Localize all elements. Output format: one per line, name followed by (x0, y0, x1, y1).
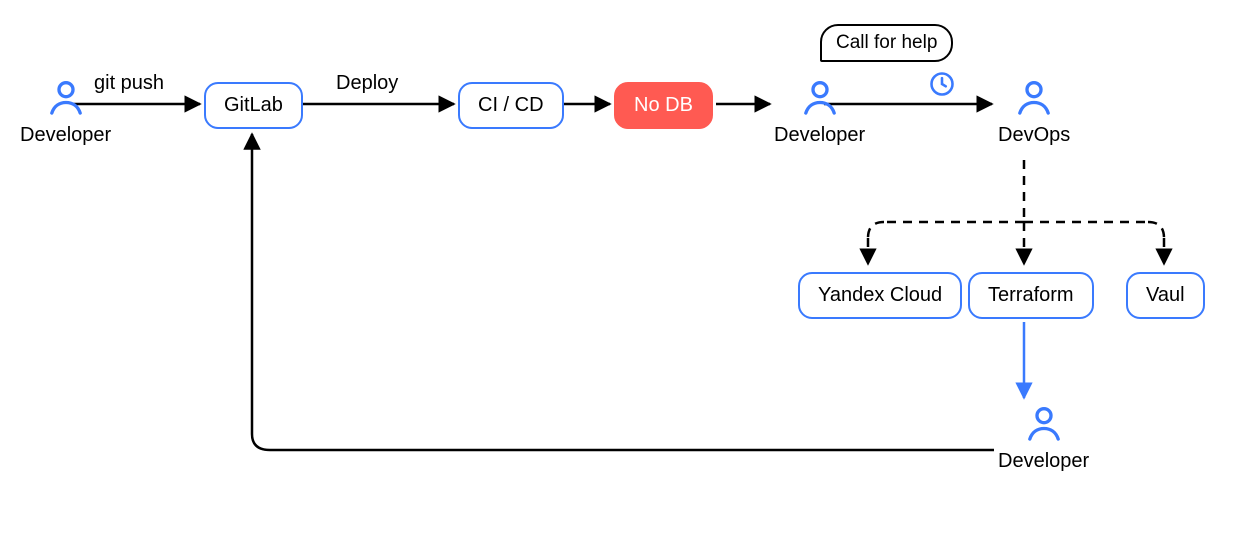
node-nodb: No DB (614, 82, 713, 129)
node-gitlab: GitLab (204, 82, 303, 129)
node-vault: Vaul (1126, 272, 1205, 319)
actor-label: Developer (20, 124, 111, 147)
diagram-canvas: Developer git push GitLab Deploy CI / CD… (0, 0, 1249, 547)
person-icon (800, 78, 840, 118)
actor-label: Developer (998, 450, 1089, 473)
node-label: GitLab (224, 94, 283, 117)
speech-bubble-help: Call for help (820, 24, 953, 62)
actor-label: Developer (774, 124, 865, 147)
bubble-text: Call for help (836, 32, 937, 53)
node-terraform: Terraform (968, 272, 1094, 319)
clock-icon (928, 70, 956, 103)
node-label: Terraform (988, 284, 1074, 307)
edge-label-push: git push (94, 72, 164, 95)
actor-developer-3: Developer (998, 404, 1089, 473)
actor-devops: DevOps (998, 78, 1070, 147)
person-icon (1014, 78, 1054, 118)
node-label: CI / CD (478, 94, 544, 117)
actor-developer-2: Developer (774, 78, 865, 147)
edge-label-deploy: Deploy (336, 72, 398, 95)
node-cicd: CI / CD (458, 82, 564, 129)
person-icon (1024, 404, 1064, 444)
actor-label: DevOps (998, 124, 1070, 147)
node-label: Vaul (1146, 284, 1185, 307)
person-icon (46, 78, 86, 118)
node-yandex-cloud: Yandex Cloud (798, 272, 962, 319)
node-label: Yandex Cloud (818, 284, 942, 307)
node-label: No DB (634, 94, 693, 117)
